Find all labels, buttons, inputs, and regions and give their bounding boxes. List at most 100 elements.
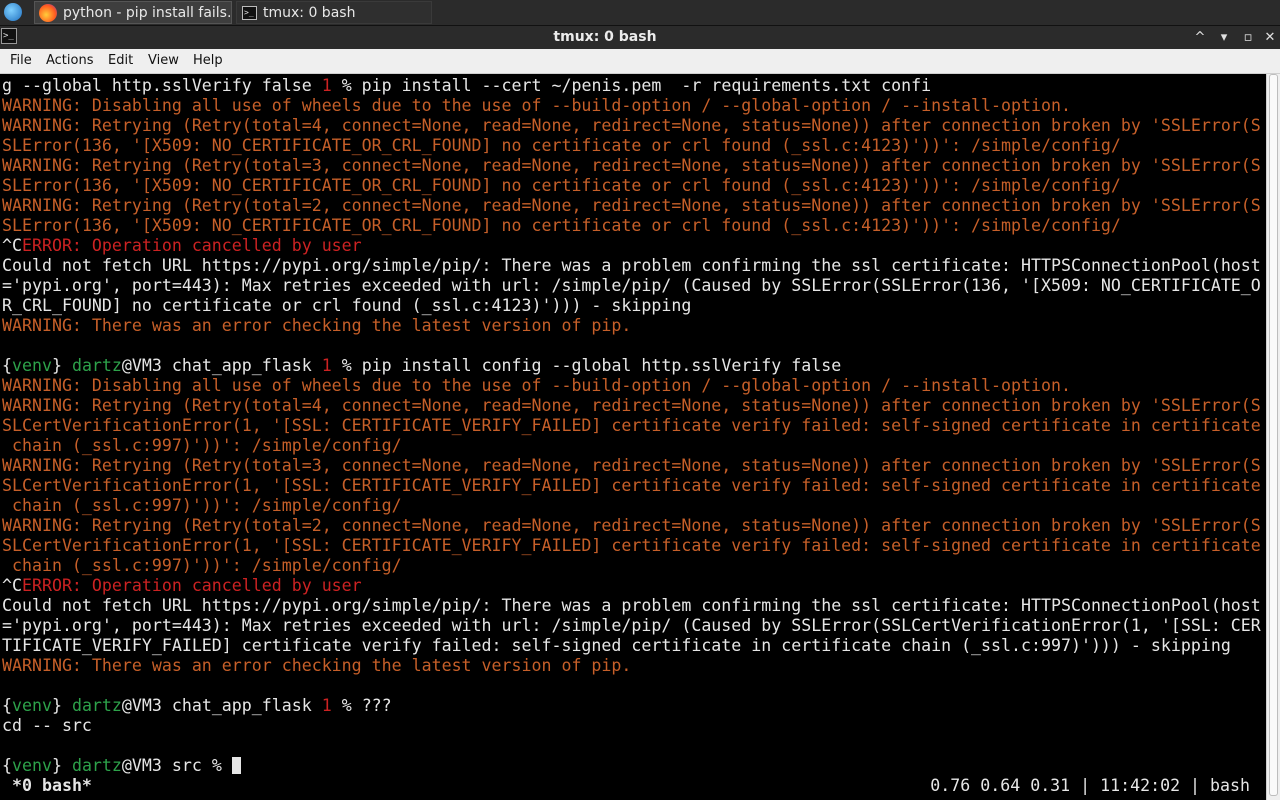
terminal-text: WARNING: Retrying (Retry(total=2, connec… — [2, 516, 1261, 535]
terminal-text: 1 — [321, 696, 332, 715]
terminal-line: chain (_ssl.c:997)'))': /simple/config/ — [2, 496, 1266, 516]
terminal-text: ^C — [2, 576, 22, 595]
terminal-line: WARNING: Disabling all use of wheels due… — [2, 96, 1266, 116]
window-title: tmux: 0 bash — [553, 29, 657, 45]
terminal-text: TIFICATE_VERIFY_FAILED] certificate veri… — [2, 636, 1231, 655]
terminal-icon: >_ — [242, 6, 257, 20]
scrollbar[interactable] — [1266, 74, 1280, 800]
firefox-icon — [39, 4, 57, 22]
terminal-line: WARNING: There was an error checking the… — [2, 656, 1266, 676]
terminal-text: WARNING: There was an error checking the… — [2, 656, 632, 675]
terminal-text: WARNING: Disabling all use of wheels due… — [2, 376, 1071, 395]
terminal-line: WARNING: Retrying (Retry(total=4, connec… — [2, 116, 1266, 136]
taskbar-item-firefox[interactable]: python - pip install fails... — [34, 1, 232, 24]
terminal-text: % ??? — [331, 696, 392, 715]
terminal-text: Could not fetch URL https://pypi.org/sim… — [2, 596, 1261, 615]
chevron-up-icon[interactable]: ^ — [1190, 26, 1210, 49]
tmux-window-label[interactable]: *0 bash* — [12, 776, 92, 796]
terminal-text: dartz — [71, 696, 122, 715]
close-icon[interactable]: ✕ — [1260, 26, 1280, 49]
terminal-text: venv — [12, 756, 52, 775]
taskbar-item-terminal[interactable]: >_ tmux: 0 bash — [236, 1, 432, 24]
terminal-line: {venv} dartz@VM3 chat_app_flask 1 % ??? — [2, 696, 1266, 716]
terminal-line: WARNING: Disabling all use of wheels due… — [2, 376, 1266, 396]
tmux-status-right: 0.76 0.64 0.31 | 11:42:02 | bash — [930, 776, 1250, 795]
terminal-text: } — [51, 356, 72, 375]
terminal-line: WARNING: Retrying (Retry(total=4, connec… — [2, 396, 1266, 416]
app-menu-icon[interactable] — [4, 3, 22, 21]
terminal-text: g --global http.sslVerify false — [2, 76, 322, 95]
terminal-line: SLError(136, '[X509: NO_CERTIFICATE_OR_C… — [2, 136, 1266, 156]
scrollbar-thumb[interactable] — [1269, 74, 1278, 796]
terminal-text: ^C — [2, 236, 22, 255]
terminal-text: ERROR: Operation cancelled by user — [21, 576, 362, 595]
terminal-output[interactable]: g --global http.sslVerify false 1 % pip … — [0, 74, 1266, 800]
terminal-text: 1 — [321, 356, 332, 375]
terminal-text: venv — [12, 696, 52, 715]
terminal-text: WARNING: There was an error checking the… — [2, 316, 632, 335]
terminal-text: SLError(136, '[X509: NO_CERTIFICATE_OR_C… — [2, 216, 1121, 235]
terminal-line: R_CRL_FOUND] no certificate or crl found… — [2, 296, 1266, 316]
terminal-line: SLError(136, '[X509: NO_CERTIFICATE_OR_C… — [2, 176, 1266, 196]
terminal-text: SLCertVerificationError(1, '[SSL: CERTIF… — [2, 476, 1261, 495]
terminal-line: SLError(136, '[X509: NO_CERTIFICATE_OR_C… — [2, 216, 1266, 236]
menu-help[interactable]: Help — [193, 49, 223, 73]
terminal-text: SLCertVerificationError(1, '[SSL: CERTIF… — [2, 536, 1261, 555]
terminal-text: SLCertVerificationError(1, '[SSL: CERTIF… — [2, 416, 1261, 435]
terminal-text: % pip install config --global http.sslVe… — [331, 356, 842, 375]
terminal-cursor — [231, 757, 241, 774]
menu-view[interactable]: View — [148, 49, 179, 73]
terminal-line: SLCertVerificationError(1, '[SSL: CERTIF… — [2, 416, 1266, 436]
terminal-text: chain (_ssl.c:997)'))': /simple/config/ — [2, 556, 402, 575]
terminal-line: WARNING: Retrying (Retry(total=3, connec… — [2, 456, 1266, 476]
terminal-text: { — [2, 696, 12, 715]
terminal-text: ='pypi.org', port=443): Max retries exce… — [2, 616, 1261, 635]
terminal-line: TIFICATE_VERIFY_FAILED] certificate veri… — [2, 636, 1266, 656]
terminal-line: {venv} dartz@VM3 src % — [2, 756, 1266, 776]
taskbar: python - pip install fails... >_ tmux: 0… — [0, 0, 1280, 26]
terminal-text: 1 — [321, 76, 332, 95]
terminal-text: SLError(136, '[X509: NO_CERTIFICATE_OR_C… — [2, 136, 1121, 155]
terminal-line: g --global http.sslVerify false 1 % pip … — [2, 76, 1266, 96]
terminal-line: WARNING: There was an error checking the… — [2, 316, 1266, 336]
terminal-text: { — [2, 756, 12, 775]
terminal-line: ='pypi.org', port=443): Max retries exce… — [2, 276, 1266, 296]
terminal-text: venv — [12, 356, 52, 375]
window-titlebar[interactable]: >_ tmux: 0 bash ^ ▾ ▫ ✕ — [0, 26, 1280, 49]
terminal-text: ERROR: Operation cancelled by user — [21, 236, 362, 255]
terminal-lines: g --global http.sslVerify false 1 % pip … — [2, 76, 1266, 776]
terminal-text: % pip install --cert ~/penis.pem -r requ… — [331, 76, 932, 95]
terminal-text: WARNING: Retrying (Retry(total=3, connec… — [2, 456, 1261, 475]
maximize-icon[interactable]: ▫ — [1238, 26, 1258, 49]
terminal-text: WARNING: Retrying (Retry(total=3, connec… — [2, 156, 1261, 175]
terminal-line: WARNING: Retrying (Retry(total=2, connec… — [2, 196, 1266, 216]
terminal-text: chain (_ssl.c:997)'))': /simple/config/ — [2, 436, 402, 455]
terminal-text: @VM3 src % — [121, 756, 232, 775]
minimize-icon[interactable]: ▾ — [1214, 26, 1234, 49]
menu-bar: File Actions Edit View Help — [0, 49, 1280, 74]
menu-file[interactable]: File — [10, 49, 32, 73]
terminal-line: ='pypi.org', port=443): Max retries exce… — [2, 616, 1266, 636]
menu-edit[interactable]: Edit — [108, 49, 133, 73]
terminal-text: WARNING: Disabling all use of wheels due… — [2, 96, 1071, 115]
terminal-text: Could not fetch URL https://pypi.org/sim… — [2, 256, 1261, 275]
terminal-line: {venv} dartz@VM3 chat_app_flask 1 % pip … — [2, 356, 1266, 376]
terminal-line: SLCertVerificationError(1, '[SSL: CERTIF… — [2, 476, 1266, 496]
terminal-line: Could not fetch URL https://pypi.org/sim… — [2, 256, 1266, 276]
terminal-text: WARNING: Retrying (Retry(total=2, connec… — [2, 196, 1261, 215]
terminal-line: WARNING: Retrying (Retry(total=2, connec… — [2, 516, 1266, 536]
terminal-text: @VM3 chat_app_flask — [121, 696, 322, 715]
terminal-text: dartz — [71, 356, 122, 375]
menu-actions[interactable]: Actions — [46, 49, 94, 73]
terminal-text: WARNING: Retrying (Retry(total=4, connec… — [2, 116, 1261, 135]
terminal-line: chain (_ssl.c:997)'))': /simple/config/ — [2, 436, 1266, 456]
terminal-text: WARNING: Retrying (Retry(total=4, connec… — [2, 396, 1261, 415]
terminal-text: cd -- src — [2, 716, 92, 735]
tmux-status-bar: *0 bash* 0.76 0.64 0.31 | 11:42:02 | bas… — [0, 776, 1266, 796]
terminal-text: SLError(136, '[X509: NO_CERTIFICATE_OR_C… — [2, 176, 1121, 195]
terminal-text: } — [51, 756, 72, 775]
terminal-text: dartz — [71, 756, 122, 775]
terminal-text: } — [51, 696, 72, 715]
